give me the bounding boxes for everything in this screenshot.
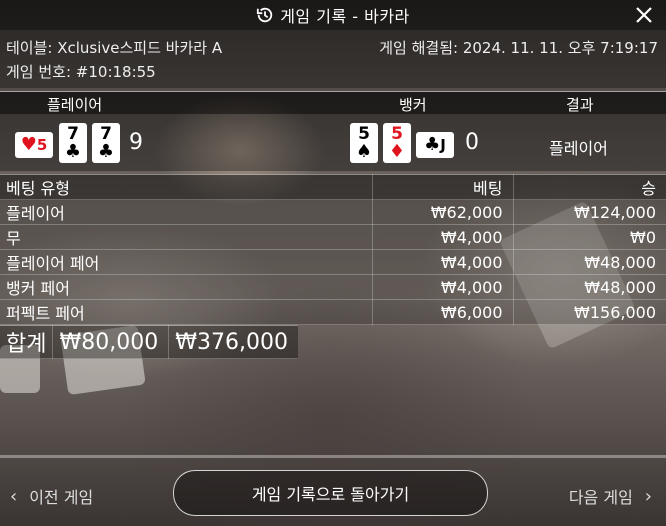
- bet-amount-cell: ₩6,000: [372, 299, 514, 325]
- game-number: 게임 번호: #10:18:55: [6, 63, 156, 81]
- playing-card: ♣J: [416, 132, 454, 158]
- bet-type-cell: 무: [0, 224, 373, 250]
- resolved-time: 게임 해결됨: 2024. 11. 11. 오후 7:19:17: [379, 39, 658, 57]
- bet-type-cell: 퍼펙트 페어: [0, 299, 373, 325]
- bet-amount-cell: ₩62,000: [372, 199, 514, 225]
- footer-nav: ‹ 이전 게임 게임 기록으로 돌아가기 다음 게임 ›: [0, 462, 666, 526]
- player-total: 9: [129, 130, 143, 155]
- card-suit-icon: ♥: [20, 134, 37, 155]
- bet-amount-cell: ₩4,000: [372, 274, 514, 300]
- close-icon[interactable]: [634, 5, 654, 25]
- table-row: 뱅커 페어 ₩4,000 ₩48,000: [0, 274, 666, 300]
- table-row: 플레이어 페어 ₩4,000 ₩48,000: [0, 249, 666, 275]
- total-win: ₩376,000: [168, 325, 298, 359]
- player-header: 플레이어: [47, 96, 103, 114]
- table-row: 플레이어 ₩62,000 ₩124,000: [0, 199, 666, 225]
- card-suit-icon: ♠: [355, 141, 373, 162]
- card-suit-icon: ♣: [97, 141, 115, 162]
- chevron-left-icon: ‹: [10, 485, 18, 507]
- total-label: 합계: [0, 325, 54, 359]
- win-amount-cell: ₩48,000: [513, 249, 666, 275]
- col-bet: 베팅: [372, 174, 514, 200]
- win-amount-cell: ₩48,000: [513, 274, 666, 300]
- bet-amount-cell: ₩4,000: [372, 224, 514, 250]
- back-to-history-button[interactable]: 게임 기록으로 돌아가기: [173, 470, 488, 516]
- win-amount-cell: ₩0: [513, 224, 666, 250]
- chevron-right-icon: ›: [644, 485, 652, 507]
- table-name: 테이블: Xclusive스피드 바카라 A: [6, 39, 223, 57]
- col-win: 승: [513, 174, 666, 200]
- card-suit-icon: ♣: [424, 134, 441, 155]
- card-suit-icon: ♦: [388, 141, 406, 162]
- card-rank: J: [440, 136, 446, 154]
- win-amount-cell: ₩124,000: [513, 199, 666, 225]
- prev-game-button[interactable]: ‹ 이전 게임: [10, 484, 93, 508]
- total-bet: ₩80,000: [52, 325, 170, 359]
- table-row: 무 ₩4,000 ₩0: [0, 224, 666, 250]
- playing-card: 7 ♣: [59, 123, 87, 163]
- game-result: 플레이어: [549, 139, 608, 158]
- banker-total: 0: [465, 130, 479, 155]
- table-row: 퍼펙트 페어 ₩6,000 ₩156,000: [0, 299, 666, 325]
- total-row: 합계 ₩80,000 ₩376,000: [0, 325, 298, 359]
- banker-header: 뱅커: [399, 96, 427, 114]
- result-header: 결과: [566, 96, 594, 114]
- col-bet-type: 베팅 유형: [0, 174, 373, 200]
- bets-table-header: 베팅 유형 베팅 승: [0, 174, 666, 200]
- bets-table: 베팅 유형 베팅 승 플레이어 ₩62,000 ₩124,000 무 ₩4,00…: [0, 174, 666, 359]
- playing-card: 5 ♠: [350, 123, 378, 163]
- title-bar: 게임 기록 - 바카라: [0, 0, 666, 30]
- history-icon: [257, 7, 273, 23]
- win-amount-cell: ₩156,000: [513, 299, 666, 325]
- back-to-history-label: 게임 기록으로 돌아가기: [251, 485, 410, 504]
- bet-type-cell: 뱅커 페어: [0, 274, 373, 300]
- bet-type-cell: 플레이어: [0, 199, 373, 225]
- card-suit-icon: ♣: [64, 141, 82, 162]
- game-info-panel: 테이블: Xclusive스피드 바카라 A 게임 해결됨: 2024. 11.…: [0, 30, 666, 88]
- playing-card: 7 ♣: [92, 123, 120, 163]
- prev-game-label: 이전 게임: [29, 488, 94, 507]
- window-title: 게임 기록 - 바카라: [280, 7, 410, 26]
- background-rail: [0, 455, 666, 458]
- score-header: 플레이어 뱅커 결과: [0, 91, 666, 114]
- bet-amount-cell: ₩4,000: [372, 249, 514, 275]
- next-game-button[interactable]: 다음 게임 ›: [569, 484, 652, 508]
- bet-type-cell: 플레이어 페어: [0, 249, 373, 275]
- playing-card: 5 ♦: [383, 123, 411, 163]
- playing-card: ♥5: [15, 132, 53, 158]
- next-game-label: 다음 게임: [568, 488, 633, 507]
- card-rank: 5: [36, 136, 48, 154]
